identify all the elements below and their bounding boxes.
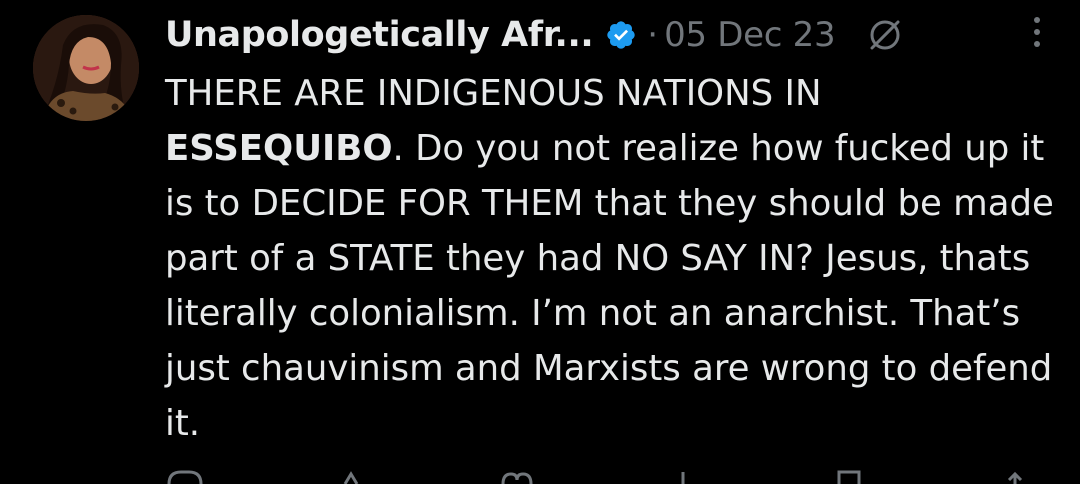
verified-badge-icon — [605, 19, 637, 51]
share-icon[interactable] — [995, 470, 1035, 484]
reply-icon[interactable] — [165, 470, 205, 484]
post-text-line1: THERE ARE INDIGENOUS NATIONS IN — [165, 73, 822, 114]
author-name[interactable]: Unapologetically Afr... — [165, 15, 594, 55]
post-text-rest: . Do you not realize how fucked up it is… — [165, 128, 1054, 444]
grok-icon[interactable] — [865, 15, 905, 55]
post-header: Unapologetically Afr... · 05 Dec 23 — [165, 12, 1060, 58]
avatar[interactable] — [33, 15, 139, 121]
post-text: THERE ARE INDIGENOUS NATIONS IN ESSEQUIB… — [165, 66, 1060, 451]
more-options-icon[interactable] — [1030, 12, 1044, 52]
bookmark-icon[interactable] — [829, 470, 869, 484]
repost-icon[interactable] — [331, 470, 371, 484]
like-icon[interactable] — [497, 470, 537, 484]
more-dot — [1034, 17, 1040, 23]
header-separator: · — [647, 15, 659, 55]
post-text-bold[interactable]: ESSEQUIBO — [165, 128, 393, 169]
post-date[interactable]: 05 Dec 23 — [664, 15, 836, 55]
action-bar — [165, 470, 1035, 484]
views-icon[interactable] — [663, 470, 703, 484]
more-dot — [1034, 29, 1040, 35]
more-dot — [1034, 41, 1040, 47]
